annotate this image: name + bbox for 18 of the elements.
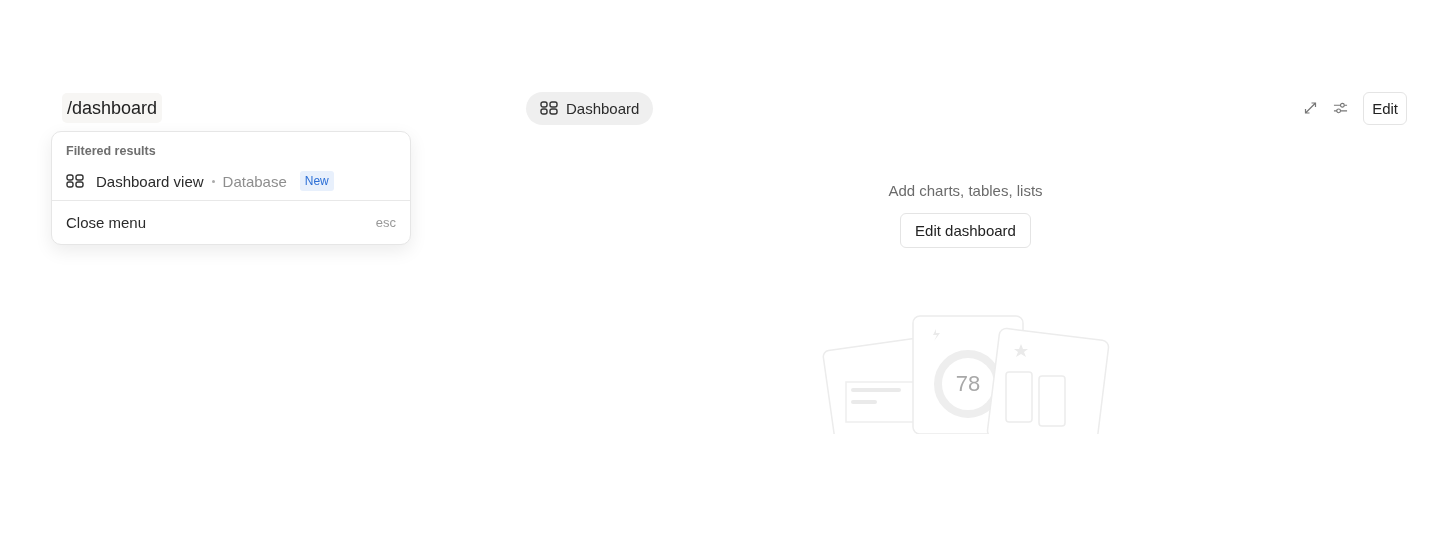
view-tab[interactable]: Dashboard — [526, 91, 654, 125]
menu-item[interactable]: Dashboard view Database New — [52, 164, 410, 200]
shortcut-hint: esc — [375, 215, 396, 230]
gauge-value: 78 — [955, 371, 980, 396]
close-menu-item[interactable]: Close menu esc — [52, 200, 410, 244]
expand-icon[interactable] — [1303, 101, 1319, 115]
item-source: Database — [222, 172, 287, 190]
new-badge: New — [299, 171, 334, 191]
sliders-icon[interactable] — [1333, 101, 1349, 115]
grid-icon — [540, 101, 558, 115]
separator-dot — [211, 179, 215, 183]
page-title[interactable]: /dashboard — [62, 92, 163, 123]
edit-button[interactable]: Edit — [1363, 91, 1407, 125]
edit-dashboard-button[interactable]: Edit dashboard — [900, 213, 1031, 248]
grid-icon — [66, 174, 84, 188]
item-label: Dashboard view — [96, 172, 204, 190]
empty-state-message: Add charts, tables, lists — [888, 182, 1043, 199]
section-label: Filtered results — [65, 143, 157, 160]
